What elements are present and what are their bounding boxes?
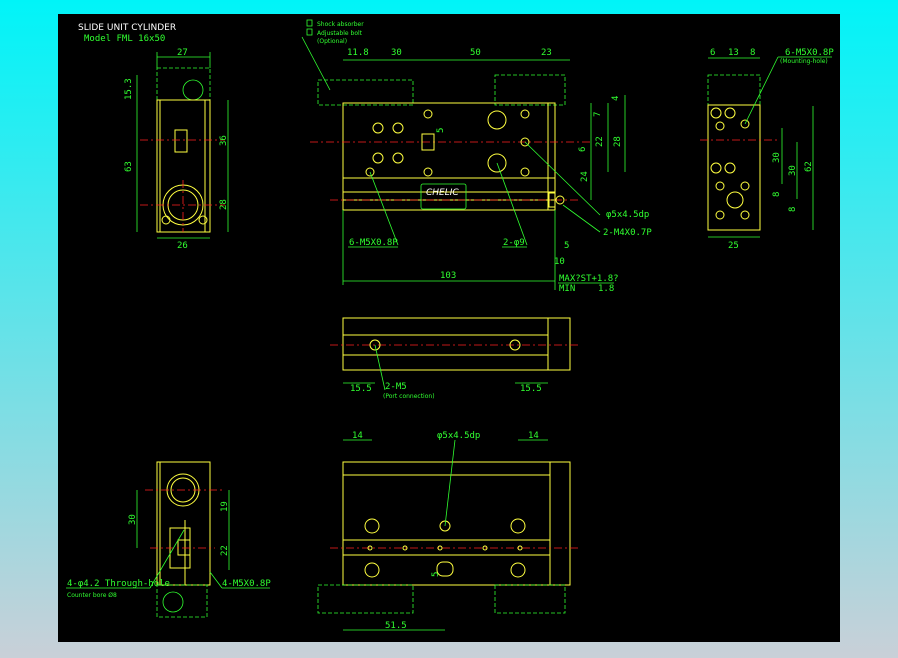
dimension-label: 7 bbox=[593, 112, 603, 117]
dimension-label: 103 bbox=[440, 271, 456, 281]
dimension-label: 15.5 bbox=[520, 384, 542, 394]
dimension-label: 5 bbox=[564, 241, 569, 251]
dimension-label: 2-M4X0.7P bbox=[603, 228, 652, 238]
dimension-label: 36 bbox=[219, 135, 229, 146]
bottom-left-view: 30 19 22 4-φ4.2 Through-hole Counter bor… bbox=[66, 461, 271, 618]
dimension-label: 5 bbox=[431, 572, 441, 577]
dimension-label: 6 bbox=[710, 48, 715, 58]
dimension-label: 50 bbox=[470, 48, 481, 58]
dimension-label: Counter bore Ø8 bbox=[67, 592, 117, 599]
drawing-title: SLIDE UNIT CYLINDER bbox=[78, 23, 176, 33]
dimension-label: 30 bbox=[788, 165, 798, 176]
dimension-label: 25 bbox=[728, 241, 739, 251]
dimension-label: (Mounting-hole) bbox=[780, 58, 828, 65]
dimension-label: 30 bbox=[391, 48, 402, 58]
dimension-label: 11.8 bbox=[347, 48, 369, 58]
dimension-label: MIN bbox=[559, 284, 575, 294]
dimension-label: 51.5 bbox=[385, 621, 407, 631]
drawing: SLIDE UNIT CYLINDER Model FML 16x50 Shoc… bbox=[66, 19, 834, 631]
dimension-label: 6-M5X0.8P bbox=[349, 238, 398, 248]
dimension-label: 2-M5 bbox=[385, 382, 407, 392]
cad-drawing-canvas: SLIDE UNIT CYLINDER Model FML 16x50 Shoc… bbox=[58, 14, 840, 642]
dimension-label: 13 bbox=[728, 48, 739, 58]
dimension-label: 6 bbox=[578, 147, 588, 152]
dimension-label: 1.8 bbox=[598, 284, 614, 294]
dimension-label: 15.5 bbox=[350, 384, 372, 394]
dimension-label: (Port connection) bbox=[383, 393, 435, 400]
dimension-label: 8 bbox=[788, 207, 798, 212]
dimension-label: 27 bbox=[177, 48, 188, 58]
dimension-label: 22 bbox=[595, 136, 605, 147]
legend-shock-absorber: Shock absorber bbox=[317, 21, 364, 28]
dimension-label: φ5x4.5dp bbox=[606, 210, 649, 220]
dimension-label: 28 bbox=[219, 199, 229, 210]
bottom-view: 14 14 φ5x4.5dp 5 51.5 bbox=[317, 431, 580, 631]
dimension-label: MAX?ST+1.8? bbox=[559, 274, 619, 284]
dimension-label: 28 bbox=[613, 136, 623, 147]
end-view-right: 6 13 8 6-M5X0.8P (Mounting-hole) 30 30 6… bbox=[700, 48, 834, 251]
dimension-label: 15.3 bbox=[124, 78, 134, 100]
legend-adjustable-bolt: Adjustable bolt bbox=[317, 30, 363, 37]
dimension-label: 24 bbox=[580, 171, 590, 182]
dimension-label: 2-φ9 bbox=[503, 238, 525, 248]
dimension-label: 22 bbox=[220, 545, 230, 556]
dimension-label: 14 bbox=[352, 431, 363, 441]
dimension-label: 5 bbox=[436, 128, 446, 133]
side-view: 15.5 15.5 2-M5 (Port connection) bbox=[330, 317, 580, 400]
dimension-label: 62 bbox=[804, 161, 814, 172]
dimension-label: 4 bbox=[611, 96, 621, 101]
dimension-label: 23 bbox=[541, 48, 552, 58]
dimension-label: φ5x4.5dp bbox=[437, 431, 480, 441]
nameplate-logo: CHELIC bbox=[426, 188, 459, 198]
dimension-label: 63 bbox=[124, 161, 134, 172]
dimension-label: 4-φ4.2 Through-hole bbox=[67, 579, 170, 589]
dimension-label: 8 bbox=[772, 192, 782, 197]
dimension-label: 26 bbox=[177, 241, 188, 251]
end-view-left: 27 15.3 63 36 28 26 bbox=[124, 48, 229, 251]
dimension-label: 8 bbox=[750, 48, 755, 58]
legend-optional: (Optional) bbox=[317, 38, 347, 45]
dimension-label: 19 bbox=[220, 501, 230, 512]
dimension-label: 10 bbox=[554, 257, 565, 267]
dimension-label: 6-M5X0.8P bbox=[785, 48, 834, 58]
dimension-label: 14 bbox=[528, 431, 539, 441]
top-view: CHELIC 11.8 30 50 23 4 7 5 6 22 28 24 5 … bbox=[310, 48, 652, 294]
model-label: Model FML 16x50 bbox=[84, 34, 165, 44]
dimension-label: 30 bbox=[128, 514, 138, 525]
dimension-label: 30 bbox=[772, 152, 782, 163]
dimension-label: 4-M5X0.8P bbox=[222, 579, 271, 589]
